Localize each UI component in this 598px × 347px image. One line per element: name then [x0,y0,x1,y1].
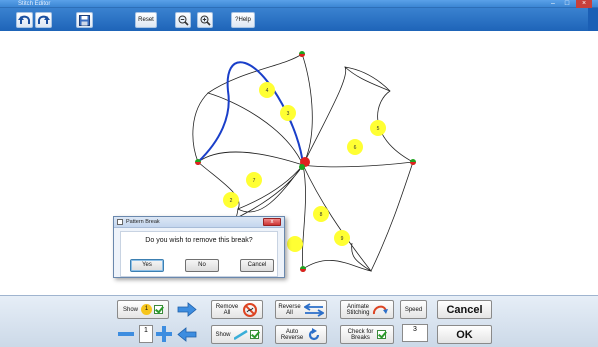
speed-button[interactable]: Speed [400,300,427,319]
auto-reverse-button[interactable]: Auto Reverse [275,325,327,344]
reverse-all-line1: Reverse [278,303,301,310]
pattern-canvas[interactable]: 4 3 5 6 7 2 8 9 [0,31,598,295]
stitch-loop-top [207,53,313,166]
animate-stitching-button[interactable]: Animate Stitching [340,300,394,319]
number-badge-icon: 1 [141,304,152,315]
remove-all-line1: Remove [215,303,239,310]
marker-1 [287,236,303,252]
show-needle-checkbox[interactable] [249,330,259,339]
no-sign-icon [243,302,258,317]
dialog-window-icon [117,219,123,225]
redo-button[interactable] [35,12,52,28]
needle-icon [233,329,248,340]
zoom-in-button[interactable] [197,12,213,28]
stitch-curve-a [192,92,209,163]
stitch-curve-c [370,161,414,272]
reset-button[interactable]: Reset [135,12,157,28]
auto-reverse-line2: Reverse [280,334,304,341]
back-arrow-icon[interactable] [177,327,197,342]
maximize-button[interactable]: □ [562,0,572,8]
show-numbers-button[interactable]: Show 1 [117,300,169,319]
show2-label: Show [215,331,231,338]
yes-button[interactable]: Yes [130,259,164,272]
minimize-button[interactable]: – [548,0,558,8]
remove-all-button[interactable]: Remove All [211,300,263,319]
remove-all-line2: All [223,309,231,316]
check-breaks-checkbox[interactable] [377,330,387,339]
dialog-body: Do you wish to remove this break? Yes No… [120,231,278,277]
dialog-title-bar: Pattern Break x [114,217,284,228]
show-needle-button[interactable]: Show [211,325,263,344]
undo-icon [18,15,30,24]
zoom-in-icon [200,15,211,26]
save-button[interactable] [76,12,93,28]
stitch-loop-bottom [302,164,373,272]
dialog-message: Do you wish to remove this break? [145,237,253,244]
decrease-icon[interactable] [118,330,134,338]
marker-6-label: 6 [354,145,357,151]
animate-loop-icon [372,305,388,314]
pattern-break-dialog: Pattern Break x Do you wish to remove th… [113,216,285,278]
dialog-cancel-button[interactable]: Cancel [240,259,274,272]
window-title: Stitch Editor [18,1,51,7]
animate-line2: Stitching [346,309,370,316]
toolbar: Reset ?Help [0,8,598,31]
floppy-disk-icon [79,14,90,26]
speed-field[interactable]: 3 [402,324,428,342]
dialog-close-button[interactable]: x [263,218,281,226]
increase-icon[interactable] [156,326,172,342]
undo-button[interactable] [16,12,33,28]
reverse-all-line2: All [286,309,293,316]
cancel-button[interactable]: Cancel [437,300,492,319]
step-field[interactable]: 1 [139,325,153,343]
marker-7-label: 7 [253,178,256,184]
pattern-drawing: 4 3 5 6 7 2 8 9 [192,51,416,272]
title-bar: Stitch Editor – □ × [0,0,598,8]
marker-8-label: 8 [320,212,323,218]
marker-2-label: 2 [230,198,233,204]
show-label: Show [122,306,138,313]
dialog-title: Pattern Break [126,219,160,225]
reverse-all-button[interactable]: Reverse All [275,300,327,319]
redo-icon [38,15,50,24]
control-panel: Show 1 Remove All Reverse All Animate Stitc… [0,295,598,347]
show-numbers-checkbox[interactable] [154,305,163,314]
marker-4-label: 4 [266,88,269,94]
marker-5-label: 5 [377,126,380,132]
check-breaks-line1: Check for [347,328,374,335]
check-for-breaks-button[interactable]: Check for Breaks [340,325,394,344]
zoom-out-button[interactable] [175,12,191,28]
zoom-out-icon [178,15,189,26]
ok-button[interactable]: OK [437,325,492,344]
forward-arrow-icon[interactable] [177,302,197,317]
swap-arrows-icon [303,302,324,317]
animate-line1: Animate [346,303,369,310]
no-button[interactable]: No [185,259,219,272]
marker-3-label: 3 [287,111,290,117]
stitch-curve-b [344,66,391,92]
help-button[interactable]: ?Help [231,12,255,28]
close-window-button[interactable]: × [576,0,592,8]
marker-9-label: 9 [341,236,344,242]
check-breaks-line2: Breaks [351,334,370,341]
rotate-arrow-icon [309,327,320,340]
